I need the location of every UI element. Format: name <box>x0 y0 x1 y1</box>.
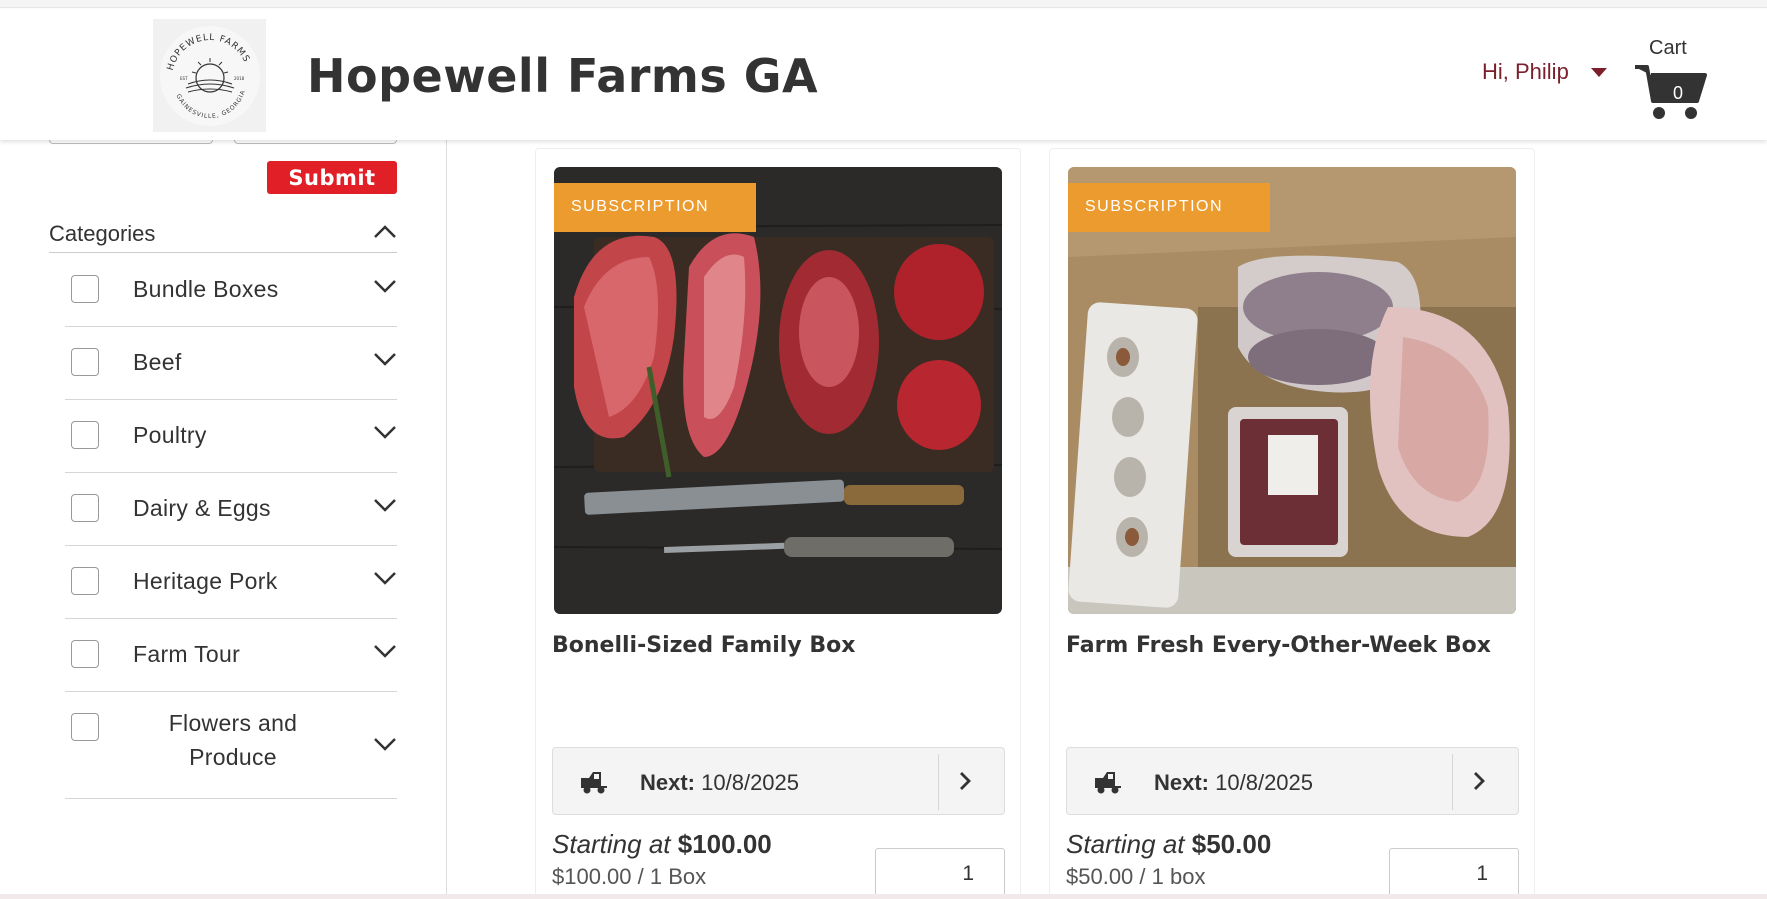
submit-button[interactable]: Submit <box>267 161 397 194</box>
category-item-farm-tour: Farm Tour <box>65 619 397 692</box>
chevron-right-icon[interactable] <box>958 770 972 792</box>
category-item-poultry: Poultry <box>65 400 397 473</box>
category-label: Flowers and Produce <box>168 710 298 770</box>
chevron-down-icon[interactable] <box>373 643 397 659</box>
truck-icon <box>1095 772 1121 794</box>
chevron-down-icon[interactable] <box>373 497 397 513</box>
site-title[interactable]: Hopewell Farms GA <box>307 49 818 103</box>
price-value: $100.00 <box>677 829 772 859</box>
categories-header[interactable]: Categories <box>49 213 397 253</box>
chevron-down-icon[interactable] <box>373 570 397 586</box>
product-image[interactable]: SUBSCRIPTION <box>1068 167 1516 614</box>
chevron-up-icon <box>374 225 396 238</box>
category-checkbox[interactable] <box>71 348 99 376</box>
category-checkbox[interactable] <box>71 275 99 303</box>
chevron-down-icon[interactable] <box>373 424 397 440</box>
next-date: 10/8/2025 <box>701 770 800 795</box>
quantity-input[interactable] <box>875 848 1005 899</box>
category-label: Farm Tour <box>133 641 241 667</box>
category-checkbox[interactable] <box>71 640 99 668</box>
category-item-beef: Beef <box>65 327 397 400</box>
category-item-heritage-pork: Heritage Pork <box>65 546 397 619</box>
category-item-dairy-eggs: Dairy & Eggs <box>65 473 397 546</box>
subscription-badge: SUBSCRIPTION <box>554 183 756 232</box>
divider <box>1452 754 1453 810</box>
subscription-badge: SUBSCRIPTION <box>1068 183 1270 232</box>
category-item-flowers-produce: Flowers and Produce <box>65 692 397 799</box>
svg-text:EST: EST <box>180 76 188 81</box>
starting-price: Starting at $50.00 <box>1066 829 1271 860</box>
next-date: 10/8/2025 <box>1215 770 1314 795</box>
site-header: HOPEWELL FARMS GAINESVILLE, GEORGIA EST … <box>0 9 1767 140</box>
chevron-down-icon[interactable] <box>373 736 397 752</box>
greeting-text: Hi, Philip <box>1482 59 1569 84</box>
filter-sidebar: Submit Categories Bundle Boxes Beef Poul… <box>0 138 447 899</box>
category-list: Bundle Boxes Beef Poultry Dairy & Eggs H… <box>65 254 397 799</box>
product-card[interactable]: SUBSCRIPTION Bonelli-Sized Family Box Ne… <box>535 148 1021 899</box>
quantity-input[interactable] <box>1389 848 1519 899</box>
next-label: Next: <box>640 770 696 795</box>
caret-down-icon <box>1590 67 1607 77</box>
bottom-edge <box>0 894 1767 899</box>
unit-price: $100.00 / 1 Box <box>552 864 707 889</box>
starting-label: Starting at <box>552 829 671 859</box>
category-label: Dairy & Eggs <box>133 495 271 521</box>
divider <box>938 754 939 810</box>
account-menu[interactable]: Hi, Philip <box>1482 59 1607 85</box>
category-checkbox[interactable] <box>71 713 99 741</box>
product-card[interactable]: SUBSCRIPTION Farm Fresh Every-Other-Week… <box>1049 148 1535 899</box>
svg-text:2018: 2018 <box>234 76 245 81</box>
category-checkbox[interactable] <box>71 421 99 449</box>
product-title[interactable]: Farm Fresh Every-Other-Week Box <box>1066 633 1491 658</box>
category-label: Heritage Pork <box>133 568 278 594</box>
cart-button[interactable]: Cart 0 <box>1633 29 1713 119</box>
logo-emblem-icon: HOPEWELL FARMS GAINESVILLE, GEORGIA EST … <box>159 25 260 126</box>
starting-price: Starting at $100.00 <box>552 829 772 860</box>
price-value: $50.00 <box>1191 829 1272 859</box>
cart-label: Cart <box>1649 37 1687 59</box>
category-label: Poultry <box>133 422 207 448</box>
chevron-down-icon[interactable] <box>373 351 397 367</box>
farm-logo[interactable]: HOPEWELL FARMS GAINESVILLE, GEORGIA EST … <box>153 19 266 132</box>
category-checkbox[interactable] <box>71 567 99 595</box>
next-delivery-bar[interactable]: Next: 10/8/2025 <box>1066 747 1519 815</box>
product-title[interactable]: Bonelli-Sized Family Box <box>552 633 855 658</box>
top-border <box>0 0 1767 8</box>
category-item-bundle-boxes: Bundle Boxes <box>65 254 397 327</box>
chevron-right-icon[interactable] <box>1472 770 1486 792</box>
next-delivery-bar[interactable]: Next: 10/8/2025 <box>552 747 1005 815</box>
category-label: Beef <box>133 349 182 375</box>
truck-icon <box>581 772 607 794</box>
category-label: Bundle Boxes <box>133 276 279 302</box>
chevron-down-icon[interactable] <box>373 278 397 294</box>
next-delivery-text: Next: 10/8/2025 <box>1154 770 1313 796</box>
next-label: Next: <box>1154 770 1210 795</box>
categories-title: Categories <box>49 221 156 246</box>
starting-label: Starting at <box>1066 829 1185 859</box>
cart-count: 0 <box>1673 83 1684 103</box>
unit-price: $50.00 / 1 box <box>1066 864 1206 889</box>
cart-icon <box>1635 65 1707 119</box>
next-delivery-text: Next: 10/8/2025 <box>640 770 799 796</box>
product-image[interactable]: SUBSCRIPTION <box>554 167 1002 614</box>
category-checkbox[interactable] <box>71 494 99 522</box>
